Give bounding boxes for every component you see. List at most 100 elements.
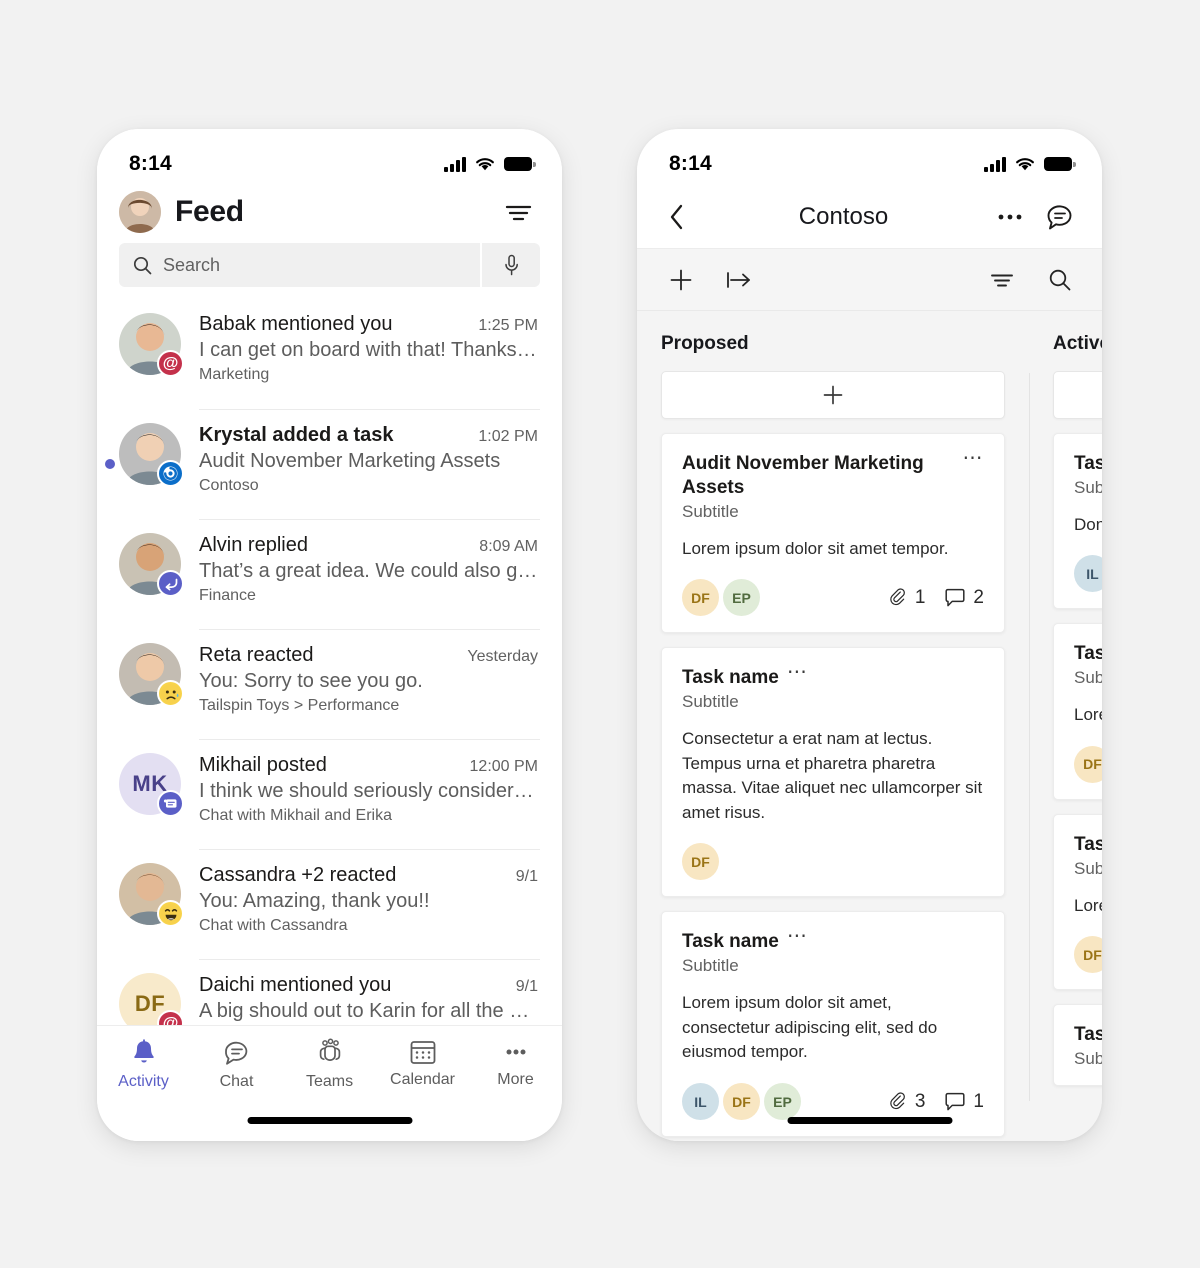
avatar[interactable] — [119, 423, 184, 487]
search-icon[interactable] — [1042, 262, 1078, 298]
feed-item[interactable]: Alvin replied 8:09 AM That’s a great idea.… — [97, 519, 562, 629]
feed-item-time: 8:09 AM — [479, 538, 538, 555]
filter-icon[interactable] — [984, 262, 1020, 298]
feed-item[interactable]: Cassandra +2 reacted 9/1 You: Amazing, tha… — [97, 849, 562, 959]
feed-item-time: 12:00 PM — [469, 758, 538, 775]
filter-icon[interactable] — [500, 194, 536, 230]
task-card[interactable]: Task nameSubtitle⋯Lorem ipsum.DF — [1053, 623, 1102, 800]
feed-item[interactable]: @ Babak mentioned you 1:25 PM I can get on … — [97, 299, 562, 409]
task-name: Task name — [1074, 1024, 1102, 1046]
assignee-avatar[interactable]: DF — [723, 1083, 760, 1121]
assignee-list: DF EP — [682, 579, 764, 617]
task-subtitle: Subtitle — [682, 501, 739, 521]
board-toolbar — [637, 249, 1102, 311]
task-subtitle: Subtitle — [1074, 858, 1102, 878]
task-app-icon — [157, 460, 184, 487]
phone-task-board: 8:14 Contoso Proposed Audit November Mar… — [637, 129, 1102, 1141]
tab-calendar[interactable]: Calendar — [376, 1038, 469, 1089]
assignee-avatar[interactable]: IL — [682, 1083, 719, 1121]
assignee-list: DF — [1074, 745, 1102, 783]
assignee-avatar[interactable]: DF — [1074, 745, 1102, 783]
feed-item-preview: That’s a great idea. We could also get..… — [199, 560, 538, 582]
assignee-avatar[interactable]: EP — [764, 1083, 801, 1121]
comment-count: 2 — [973, 586, 984, 608]
unread-dot — [105, 459, 115, 469]
assignee-avatar[interactable]: IL — [1074, 555, 1102, 593]
add-task-button[interactable] — [661, 371, 1005, 419]
status-indicators — [984, 156, 1076, 172]
more-horizontal-icon[interactable]: ⋯ — [787, 662, 809, 682]
feed-item[interactable]: Krystal added a task 1:02 PM Audit Novembe… — [97, 409, 562, 519]
task-card[interactable]: Task nameSubtitle⋯ — [1053, 1004, 1102, 1086]
tab-more[interactable]: More — [469, 1038, 562, 1089]
tab-activity[interactable]: Activity — [97, 1038, 190, 1091]
tab-teams[interactable]: Teams — [283, 1038, 376, 1091]
task-card[interactable]: Task name Subtitle ⋯ Consectetur a erat nam… — [661, 647, 1005, 898]
chat-bubble-icon[interactable] — [1042, 199, 1078, 235]
task-card[interactable]: Task nameSubtitle⋯Lorem ipsum dolor sit … — [1053, 813, 1102, 991]
status-bar-left: 8:14 — [97, 129, 562, 185]
attachment-count: 3 — [914, 1090, 926, 1112]
task-description: Lorem ipsum dolor sit amet adipiscing. — [1074, 895, 1102, 915]
feed-item-time: 9/1 — [515, 868, 538, 885]
search-placeholder: Search — [163, 254, 221, 275]
assignee-avatar[interactable]: EP — [723, 579, 760, 617]
task-subtitle: Subtitle — [682, 956, 739, 976]
more-horizontal-icon[interactable]: ⋯ — [787, 926, 809, 946]
comment-icon — [945, 1092, 965, 1110]
feed-item[interactable]: MK Mikhail posted 12:00 PM I think we shoul… — [97, 739, 562, 849]
board-column[interactable]: Active Task nameSubtitle⋯ Donec vitae pret… — [1029, 333, 1102, 1141]
board-column[interactable]: Proposed Audit November Marketing Assets S… — [637, 333, 1029, 1141]
page-title: Feed — [175, 195, 244, 228]
teams-icon — [314, 1038, 346, 1068]
feed-item-context: Tailspin Toys > Performance — [199, 697, 400, 714]
avatar[interactable]: MK — [119, 753, 184, 817]
comment-icon — [944, 588, 966, 608]
plus-icon — [823, 385, 843, 405]
microphone-icon[interactable] — [482, 243, 540, 287]
feed-item-time: 1:25 PM — [478, 317, 538, 334]
more-horizontal-icon[interactable] — [992, 199, 1028, 235]
task-card[interactable]: Task nameSubtitle⋯Donec vitae pretium ph… — [1053, 433, 1102, 610]
feed-item-title: Krystal added a task — [199, 424, 394, 446]
assignee-avatar[interactable]: DF — [682, 579, 719, 617]
feed-item-context: Chat with Mikhail and Erika — [199, 807, 392, 824]
avatar[interactable]: @ — [119, 313, 184, 377]
avatar[interactable] — [119, 533, 184, 597]
more-horizontal-icon[interactable]: ⋯ — [963, 448, 985, 468]
task-card[interactable]: Task nameSubtitle⋯Lorem ipsum dolor sit … — [661, 911, 1005, 1138]
feed-header: Feed — [97, 185, 562, 243]
sad-reaction-icon — [157, 680, 184, 707]
activity-feed-list[interactable]: @ Babak mentioned you 1:25 PM I can get on … — [97, 299, 562, 1069]
search-input[interactable]: Search — [119, 243, 480, 287]
kanban-board[interactable]: Proposed Audit November Marketing Assets S… — [637, 311, 1102, 1141]
chevron-left-icon[interactable] — [659, 199, 695, 235]
avatar[interactable] — [119, 191, 161, 233]
tab-chat[interactable]: Chat — [190, 1038, 283, 1091]
feed-item-context: Contoso — [199, 477, 259, 494]
avatar[interactable] — [119, 643, 184, 707]
assignee-avatar[interactable]: DF — [1074, 936, 1102, 974]
task-name: Task name — [1074, 643, 1102, 665]
task-subtitle: Subtitle — [1074, 1048, 1102, 1068]
feed-item-preview: A big should out to Karin for all the ha… — [199, 1000, 538, 1022]
task-card[interactable]: Audit November Marketing Assets Subtitle ⋯… — [661, 433, 1005, 634]
assignee-avatar[interactable]: DF — [682, 843, 719, 881]
column-title: Active — [1053, 333, 1102, 354]
screenshot-stage: 8:14 Feed Search @ Babak mentioned you 1… — [0, 0, 1200, 1268]
home-indicator — [787, 1117, 952, 1124]
feed-item-time: 1:02 PM — [478, 428, 538, 445]
add-task-button[interactable] — [1053, 371, 1102, 419]
comment-icon — [945, 588, 965, 606]
tab-label: Calendar — [390, 1071, 455, 1088]
feed-item-preview: You: Sorry to see you go. — [199, 670, 423, 692]
feed-item[interactable]: Reta reacted Yesterday You: Sorry to see y… — [97, 629, 562, 739]
status-time: 8:14 — [669, 152, 712, 175]
post-icon — [157, 790, 184, 817]
avatar[interactable] — [119, 863, 184, 927]
move-to-icon[interactable] — [721, 262, 757, 298]
feed-item-title: Reta reacted — [199, 644, 314, 666]
tab-label: Activity — [118, 1073, 169, 1090]
feed-item-context: Chat with Cassandra — [199, 917, 348, 934]
plus-icon[interactable] — [663, 262, 699, 298]
